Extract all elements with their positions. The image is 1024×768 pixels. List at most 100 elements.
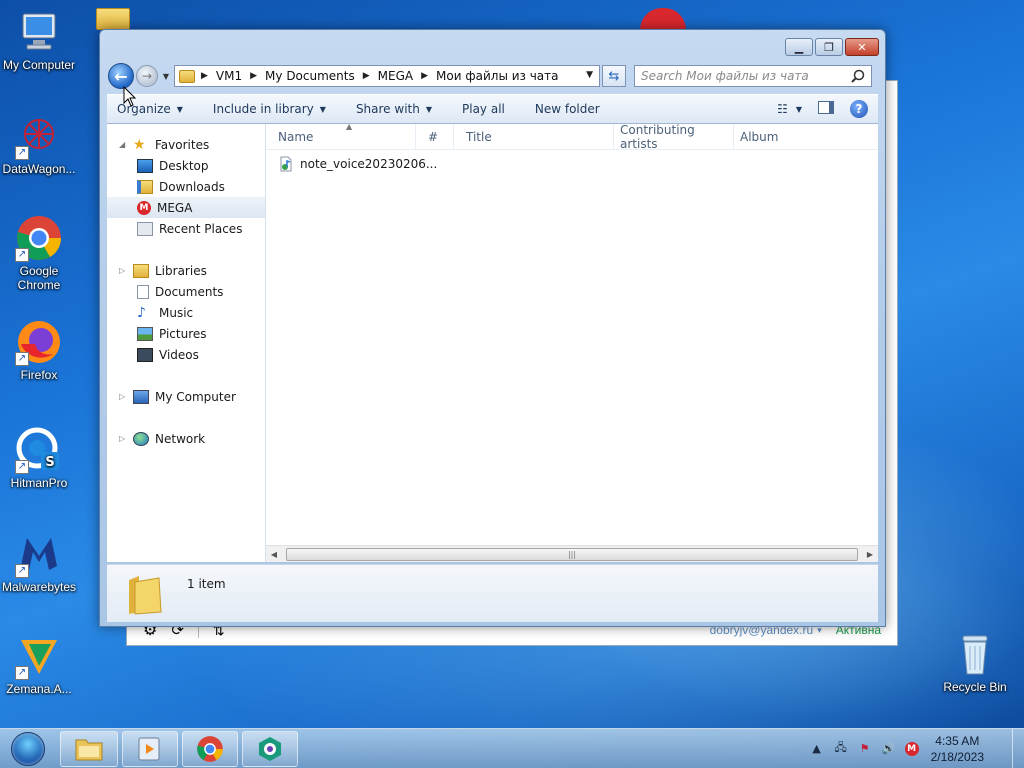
nav-label: Network <box>155 431 206 446</box>
show-desktop-button[interactable] <box>1012 728 1024 768</box>
share-with-button[interactable]: Share with ▼ <box>356 102 432 116</box>
breadcrumb-vm1[interactable]: VM1 <box>216 69 242 83</box>
taskbar-explorer[interactable] <box>60 730 118 767</box>
show-hidden-icons-icon[interactable]: ▲ <box>809 741 825 757</box>
window-controls: ▁ ❐ ✕ <box>785 38 879 56</box>
column-label: Title <box>466 129 492 144</box>
pictures-icon <box>137 326 153 341</box>
expand-arrow-icon[interactable]: ◢ <box>119 140 127 149</box>
nav-downloads[interactable]: Downloads <box>107 176 265 197</box>
taskbar-chrome[interactable] <box>182 730 238 767</box>
breadcrumb-my-documents[interactable]: My Documents <box>265 69 355 83</box>
desktop-icon-chrome[interactable]: ↗ Google Chrome <box>0 214 81 292</box>
firefox-icon: ↗ <box>15 318 63 366</box>
chrome-icon <box>197 735 223 762</box>
desktop-icon-firefox[interactable]: ↗ Firefox <box>0 318 81 382</box>
scroll-left-button[interactable]: ◀ <box>266 550 282 559</box>
change-view-button[interactable]: ☷ ▼ <box>777 102 802 116</box>
scroll-thumb[interactable]: ||| <box>286 547 858 561</box>
close-button[interactable]: ✕ <box>845 38 879 56</box>
search-input[interactable]: Search Мои файлы из чата <box>634 65 872 87</box>
taskbar-app[interactable] <box>242 730 298 767</box>
nav-label: Videos <box>159 347 199 362</box>
nav-my-computer[interactable]: ▷ My Computer <box>107 386 265 407</box>
shortcut-arrow-icon: ↗ <box>15 146 29 160</box>
nav-label: Favorites <box>155 137 210 152</box>
horizontal-scrollbar[interactable]: ◀ ||| ▶ <box>266 545 878 562</box>
mega-tray-icon[interactable]: M <box>904 741 919 756</box>
column-number[interactable]: # <box>416 124 454 149</box>
taskbar-media-player[interactable] <box>122 730 178 767</box>
nav-network[interactable]: ▷ Network <box>107 428 265 449</box>
nav-desktop[interactable]: Desktop <box>107 155 265 176</box>
network-tray-icon[interactable]: 🖧 <box>833 741 849 757</box>
desktop-icon-malwarebytes[interactable]: ↗ Malwarebytes <box>0 530 81 594</box>
help-button[interactable]: ? <box>850 100 868 118</box>
desktop-icon-my-computer[interactable]: My Computer <box>0 8 81 72</box>
new-folder-button[interactable]: New folder <box>535 102 600 116</box>
column-contributing-artists[interactable]: Contributing artists <box>614 123 734 151</box>
breadcrumb-separator-icon[interactable]: ▶ <box>363 71 370 81</box>
expand-arrow-icon[interactable]: ▷ <box>119 434 127 443</box>
desktop-icon-recycle-bin[interactable]: Recycle Bin <box>933 630 1017 694</box>
desktop-icon-label: DataWagon... <box>2 162 76 176</box>
nav-documents[interactable]: Documents <box>107 281 265 302</box>
nav-label: Desktop <box>159 158 209 173</box>
desktop-icon-zemana[interactable]: ↗ Zemana.A... <box>0 632 81 696</box>
expand-arrow-icon[interactable]: ▷ <box>119 392 127 401</box>
breadcrumb-separator-icon[interactable]: ▶ <box>250 71 257 81</box>
clock[interactable]: 4:35 AM 2/18/2023 <box>931 733 984 765</box>
shortcut-arrow-icon: ↗ <box>15 666 29 680</box>
nav-music[interactable]: ♪ Music <box>107 302 265 323</box>
include-in-library-button[interactable]: Include in library ▼ <box>213 102 326 116</box>
minimize-button[interactable]: ▁ <box>785 38 813 56</box>
nav-label: Music <box>159 305 194 320</box>
breadcrumb-separator-icon[interactable]: ▶ <box>201 71 208 81</box>
nav-videos[interactable]: Videos <box>107 344 265 365</box>
desktop-icon-hitmanpro[interactable]: S ↗ HitmanPro <box>0 426 81 490</box>
network-icon <box>133 431 149 446</box>
malwarebytes-icon: ↗ <box>15 530 63 578</box>
nav-label: Recent Places <box>159 221 243 236</box>
libraries-icon <box>133 263 149 278</box>
breadcrumb-separator-icon[interactable]: ▶ <box>421 71 428 81</box>
refresh-button[interactable]: ⇆ <box>602 65 626 87</box>
recent-pages-dropdown[interactable]: ▼ <box>160 72 172 81</box>
taskbar: ▲ 🖧 ⚑ 🔊 M 4:35 AM 2/18/2023 <box>0 728 1024 768</box>
start-button[interactable] <box>4 729 52 768</box>
desktop-icon-label: Google Chrome <box>17 264 61 292</box>
file-item[interactable]: note_voice20230206... <box>278 156 437 172</box>
recycle-bin-icon <box>951 630 999 678</box>
folder-icon <box>179 69 195 83</box>
play-all-button[interactable]: Play all <box>462 102 505 116</box>
nav-favorites[interactable]: ◢ ★ Favorites <box>107 134 265 155</box>
volume-icon[interactable]: 🔊 <box>881 741 897 757</box>
forward-button[interactable]: → <box>136 65 158 87</box>
navigation-pane: ◢ ★ Favorites Desktop Downloads M MEGA Rece… <box>107 124 266 562</box>
desktop-folder-icon[interactable] <box>96 8 130 30</box>
explorer-content: ◢ ★ Favorites Desktop Downloads M MEGA Rece… <box>107 122 878 562</box>
nav-pictures[interactable]: Pictures <box>107 323 265 344</box>
recent-places-icon <box>137 221 153 236</box>
nav-label: Libraries <box>155 263 207 278</box>
nav-recent-places[interactable]: Recent Places <box>107 218 265 239</box>
column-name[interactable]: Name <box>266 124 416 149</box>
nav-label: Pictures <box>159 326 207 341</box>
maximize-button[interactable]: ❐ <box>815 38 843 56</box>
address-dropdown-icon[interactable]: ▼ <box>586 70 593 80</box>
breadcrumb-current-folder[interactable]: Мои файлы из чата <box>436 69 558 83</box>
nav-mega[interactable]: M MEGA <box>107 197 265 218</box>
explorer-window: ▁ ❐ ✕ ← → ▼ ▶ VM1 ▶ My Documents ▶ MEGA … <box>99 29 886 627</box>
expand-arrow-icon[interactable]: ▷ <box>119 266 127 275</box>
breadcrumb-mega[interactable]: MEGA <box>378 69 413 83</box>
preview-pane-button[interactable] <box>818 101 834 117</box>
address-bar[interactable]: ▶ VM1 ▶ My Documents ▶ MEGA ▶ Мои файлы … <box>174 65 600 87</box>
nav-libraries[interactable]: ▷ Libraries <box>107 260 265 281</box>
arrow-right-icon: → <box>141 69 153 83</box>
refresh-icon: ⇆ <box>608 68 620 84</box>
action-center-icon[interactable]: ⚑ <box>857 741 873 757</box>
scroll-right-button[interactable]: ▶ <box>862 550 878 559</box>
column-album[interactable]: Album <box>734 124 824 149</box>
desktop-icon-datawagon[interactable]: ↗ DataWagon... <box>0 112 81 176</box>
column-title[interactable]: Title <box>454 124 614 149</box>
